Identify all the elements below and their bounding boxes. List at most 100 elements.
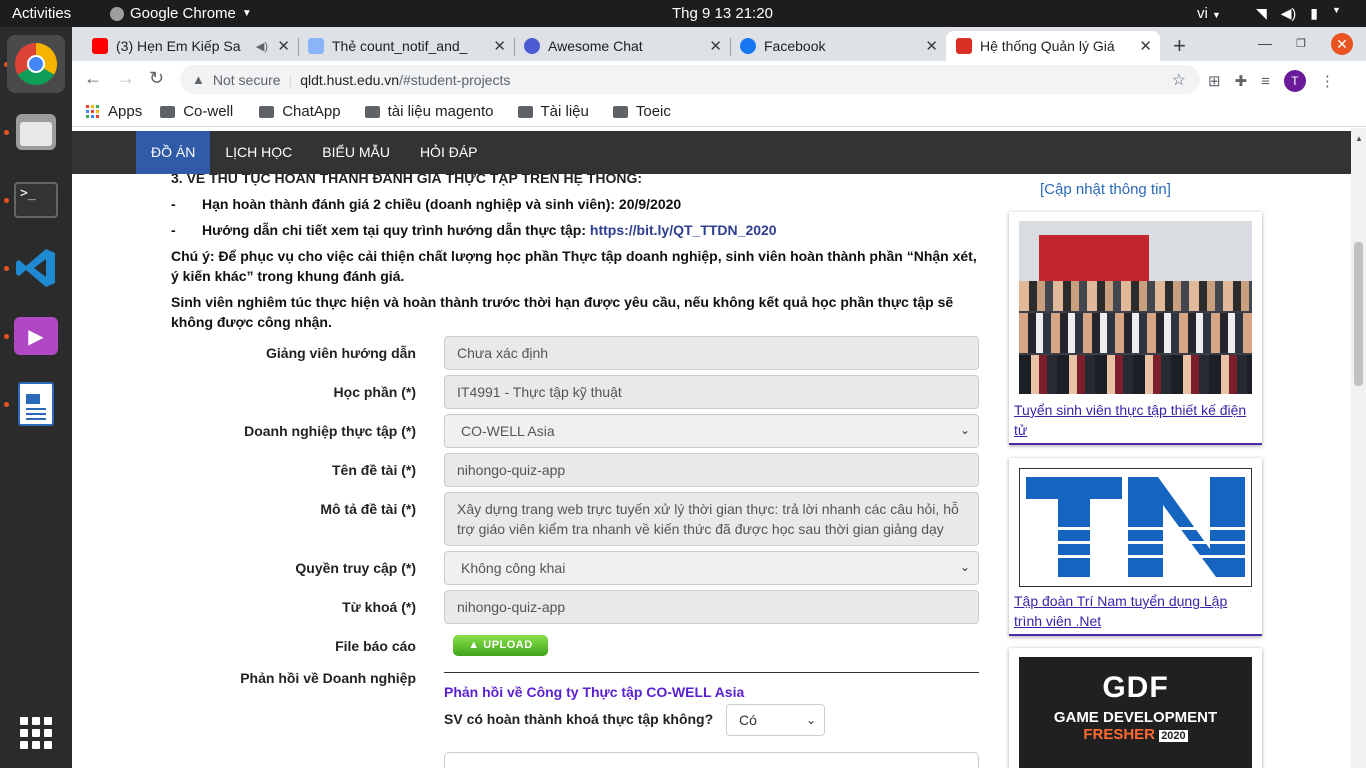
divider: | [288,71,293,88]
nav-hoi-dap[interactable]: HỎI ĐÁP [405,131,493,174]
internship-ad-link[interactable]: Tuyển sinh viên thực tập thiết kế điện t… [1014,400,1254,440]
new-tab-icon[interactable]: + [1173,33,1186,59]
chrome-dock-icon[interactable] [7,35,65,93]
access-select[interactable]: Không công khai ⌄ [444,551,979,585]
supervisor-label: Giảng viên hướng dẫn [266,345,416,361]
guide-link[interactable]: https://bit.ly/QT_TTDN_2020 [590,222,777,238]
maximize-icon[interactable]: ❐ [1296,37,1306,50]
gdf-line2: FRESHER 2020 [1019,726,1252,743]
files-dock-icon[interactable] [7,103,65,161]
back-icon[interactable]: ← [84,68,102,89]
company-select[interactable]: CO-WELL Asia ⌄ [444,414,979,448]
folder-icon [612,105,628,118]
media-control-icon[interactable]: ≡ [1261,73,1270,90]
ad-card-internship[interactable]: Tuyển sinh viên thực tập thiết kế điện t… [1009,212,1262,445]
bookmark-co-well[interactable]: Co-well [160,103,233,120]
tab-title: Facebook [764,38,826,54]
activities-button[interactable]: Activities [12,5,71,22]
scrollbar-thumb[interactable] [1354,242,1363,386]
tab-qldt-active[interactable]: Hệ thống Quản lý Giá ✕ [946,31,1160,61]
vscode-dock-icon[interactable] [7,239,65,297]
upload-button[interactable]: ▲ UPLOAD [453,635,548,656]
tri-nam-ad-link[interactable]: Tập đoàn Trí Nam tuyển dụng Lập trình vi… [1014,591,1254,631]
system-tray[interactable]: ◥ ◀) ▮ ▼ [1256,5,1341,22]
page-scrollbar[interactable]: ▲ [1351,128,1366,768]
bookmark-tai-lieu[interactable]: Tài liệu [517,103,589,120]
clock[interactable]: Thg 9 13 21:20 [672,5,773,22]
document-icon [18,382,54,426]
ad-card-tri-nam[interactable]: TN Tập đoàn Trí Nam tuyển dụng Lập trình… [1009,458,1262,636]
bookmark-apps[interactable]: Apps [86,103,142,120]
keywords-field[interactable]: nihongo-quiz-app [444,590,979,624]
completion-select[interactable]: Có ⌄ [726,704,825,736]
course-field[interactable]: IT4991 - Thực tập kỹ thuật [444,375,979,409]
feedback-textarea[interactable] [444,752,979,768]
divider-line [444,672,979,673]
profile-avatar[interactable]: T [1283,70,1306,92]
url-path: /#student-projects [399,71,511,88]
window-close-icon[interactable]: ✕ [1331,33,1353,55]
app-menu[interactable]: Google Chrome ▼ [110,5,252,22]
close-tab-icon[interactable]: ✕ [709,37,722,55]
nav-bieu-mau[interactable]: BIỂU MẪU [307,131,405,174]
description-textarea[interactable]: Xây dựng trang web trực tuyến xử lý thời… [444,492,979,546]
play-icon: ▶ [14,317,58,355]
ad-card-gdf[interactable]: GDF GAME DEVELOPMENT FRESHER 2020 [1009,648,1262,768]
terminal-dock-icon[interactable]: >_ [7,171,65,229]
bookmark-magento[interactable]: tài liệu magento [364,103,494,120]
address-bar[interactable]: ▲ Not secure | qldt.hust.edu.vn /#studen… [180,65,1200,94]
minimize-icon[interactable]: — [1258,35,1272,51]
nav-do-an[interactable]: ĐỒ ÁN [136,131,211,174]
course-label: Học phần (*) [333,384,416,400]
tab-youtube[interactable]: (3) Hẹn Em Kiếp Sa ◀) ✕ [82,31,299,61]
company-label: Doanh nghiệp thực tập (*) [244,423,416,439]
menu-kebab-icon[interactable]: ⋮ [1320,72,1335,90]
bookmark-toeic[interactable]: Toeic [612,103,671,120]
not-secure-label[interactable]: Not secure [213,72,281,88]
tab-trello[interactable]: Thẻ count_notif_and_ ✕ [298,31,515,61]
caret-down-icon: ▼ [1212,10,1221,20]
topic-field[interactable]: nihongo-quiz-app [444,453,979,487]
close-tab-icon[interactable]: ✕ [925,37,938,55]
show-applications-icon[interactable] [20,717,52,749]
bookmark-star-icon[interactable]: ☆ [1172,70,1186,90]
bookmark-label: Toeic [635,103,671,120]
gdf-logo: GDF [1102,671,1169,704]
input-language[interactable]: vi ▼ [1197,5,1221,22]
bookmark-chatapp[interactable]: ChatApp [259,103,341,120]
folder-icon [517,105,533,118]
gdf-year: 2020 [1159,730,1188,742]
video-player-dock-icon[interactable]: ▶ [7,307,65,365]
bookmark-label: Co-well [183,103,234,120]
close-tab-icon[interactable]: ✕ [493,37,506,55]
bookmark-label: Tài liệu [540,103,589,120]
update-info-link[interactable]: [Cập nhật thông tin] [1040,181,1171,198]
feedback-label: Phản hồi về Doanh nghiệp [240,670,416,686]
reload-icon[interactable]: ↻ [149,68,164,89]
nav-lich-hoc[interactable]: LỊCH HỌC [210,131,307,174]
caret-down-icon: ▼ [241,8,252,19]
close-tab-icon[interactable]: ✕ [1139,37,1152,55]
apps-grid-icon [86,104,100,119]
system-top-bar: Activities Google Chrome ▼ Thg 9 13 21:2… [0,0,1366,27]
gdf-fresher: FRESHER [1083,726,1156,743]
bookmark-label: Apps [108,103,143,120]
dock: >_ ▶ [0,27,72,768]
puzzle-icon[interactable]: ✚ [1235,72,1248,90]
supervisor-field[interactable]: Chưa xác định [444,336,979,370]
forward-icon[interactable]: → [117,68,135,89]
scroll-up-icon[interactable]: ▲ [1355,134,1363,143]
instructions: 3. VỀ THỦ TỤC HOÀN THÀNH ĐÁNH GIÁ THỰC T… [171,168,981,332]
bookmark-label: tài liệu magento [387,103,494,120]
close-tab-icon[interactable]: ✕ [277,37,290,55]
folder-icon [16,114,56,150]
tab-awesome-chat[interactable]: Awesome Chat ✕ [514,31,731,61]
tab-facebook[interactable]: Facebook ✕ [730,31,946,61]
tab-title: (3) Hẹn Em Kiếp Sa [116,38,241,54]
group-photo [1019,221,1252,394]
extension-icon[interactable]: ⊞ [1208,72,1221,90]
writer-dock-icon[interactable] [7,375,65,433]
page-viewport: ĐỒ ÁN LỊCH HỌC BIỂU MẪU HỎI ĐÁP 3. VỀ TH… [72,128,1351,768]
wifi-icon: ◥ [1256,5,1267,21]
topic-label: Tên đề tài (*) [331,462,416,478]
